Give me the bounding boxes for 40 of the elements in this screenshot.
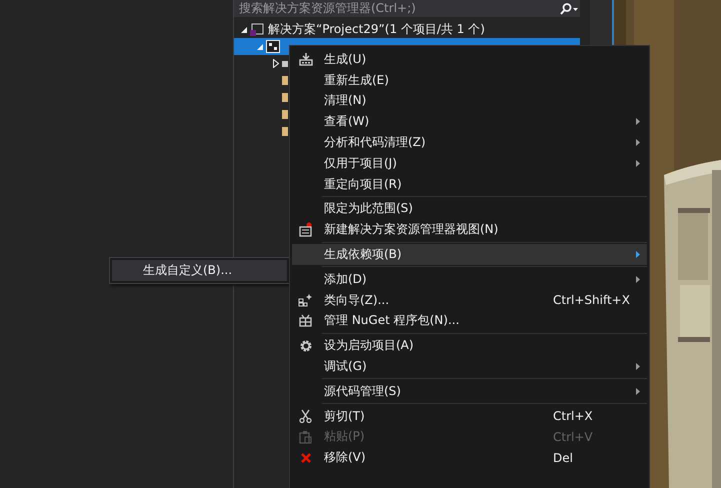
menu-item[interactable]: 调试(G) bbox=[292, 356, 647, 377]
shortcut-text: Ctrl+Shift+X bbox=[553, 293, 629, 308]
gear-icon bbox=[298, 338, 312, 353]
menu-item[interactable]: 重新生成(E) bbox=[292, 70, 647, 91]
menu-item[interactable]: 生成依赖项(B) bbox=[292, 244, 647, 265]
new-view-icon bbox=[298, 222, 312, 238]
menu-item[interactable]: 重定向项目(R) bbox=[292, 174, 647, 195]
menu-item[interactable]: 生成(U) bbox=[292, 49, 647, 70]
menu-item[interactable]: 生成自定义(B)... bbox=[112, 260, 287, 281]
shortcut-text: Ctrl+X bbox=[553, 409, 594, 424]
class-wizard-icon bbox=[298, 293, 313, 308]
shortcut-text: Ctrl+V bbox=[553, 430, 594, 444]
menu-item[interactable]: 添加(D) bbox=[292, 268, 647, 290]
package-icon bbox=[299, 314, 312, 328]
menu-item[interactable]: 分析和代码清理(Z) bbox=[292, 132, 647, 153]
solution-icon bbox=[250, 23, 264, 36]
search-placeholder: 搜索解决方案资源管理器(Ctrl+;) bbox=[239, 0, 417, 17]
project-icon bbox=[266, 40, 280, 53]
build-icon bbox=[298, 52, 312, 66]
menu-item[interactable]: 管理 NuGet 程序包(N)... bbox=[292, 310, 647, 332]
search-field[interactable]: 搜索解决方案资源管理器(Ctrl+;) bbox=[234, 0, 580, 17]
menu-item[interactable]: 清理(N) bbox=[292, 90, 647, 112]
search-icon[interactable] bbox=[558, 2, 580, 14]
paste-icon bbox=[299, 430, 312, 444]
menu-item[interactable]: 新建解决方案资源管理器视图(N) bbox=[292, 219, 647, 240]
collapsed-arrow-icon[interactable] bbox=[273, 59, 279, 68]
menu-item[interactable]: 设为启动项目(A) bbox=[292, 335, 647, 356]
scissors-icon bbox=[299, 409, 312, 424]
menu-item[interactable]: 剪切(T) Ctrl+X bbox=[292, 406, 647, 427]
menu-item[interactable]: 查看(W) bbox=[292, 111, 647, 132]
remove-icon bbox=[300, 452, 312, 464]
menu-item[interactable]: 类向导(Z)... Ctrl+Shift+X bbox=[292, 290, 647, 311]
tree-item[interactable]: 解决方案“Project29”(1 个项目/共 1 个) bbox=[268, 21, 485, 38]
expanded-arrow-icon[interactable] bbox=[241, 26, 247, 32]
shortcut-text: Del bbox=[553, 450, 574, 465]
menu-item[interactable]: 源代码管理(S) bbox=[292, 380, 647, 402]
menu-item[interactable]: 仅用于项目(J) bbox=[292, 152, 647, 174]
menu-item[interactable]: 限定为此范围(S) bbox=[292, 198, 647, 220]
menu-item[interactable]: 移除(V) Del bbox=[292, 447, 647, 468]
reference-icon bbox=[282, 60, 288, 66]
